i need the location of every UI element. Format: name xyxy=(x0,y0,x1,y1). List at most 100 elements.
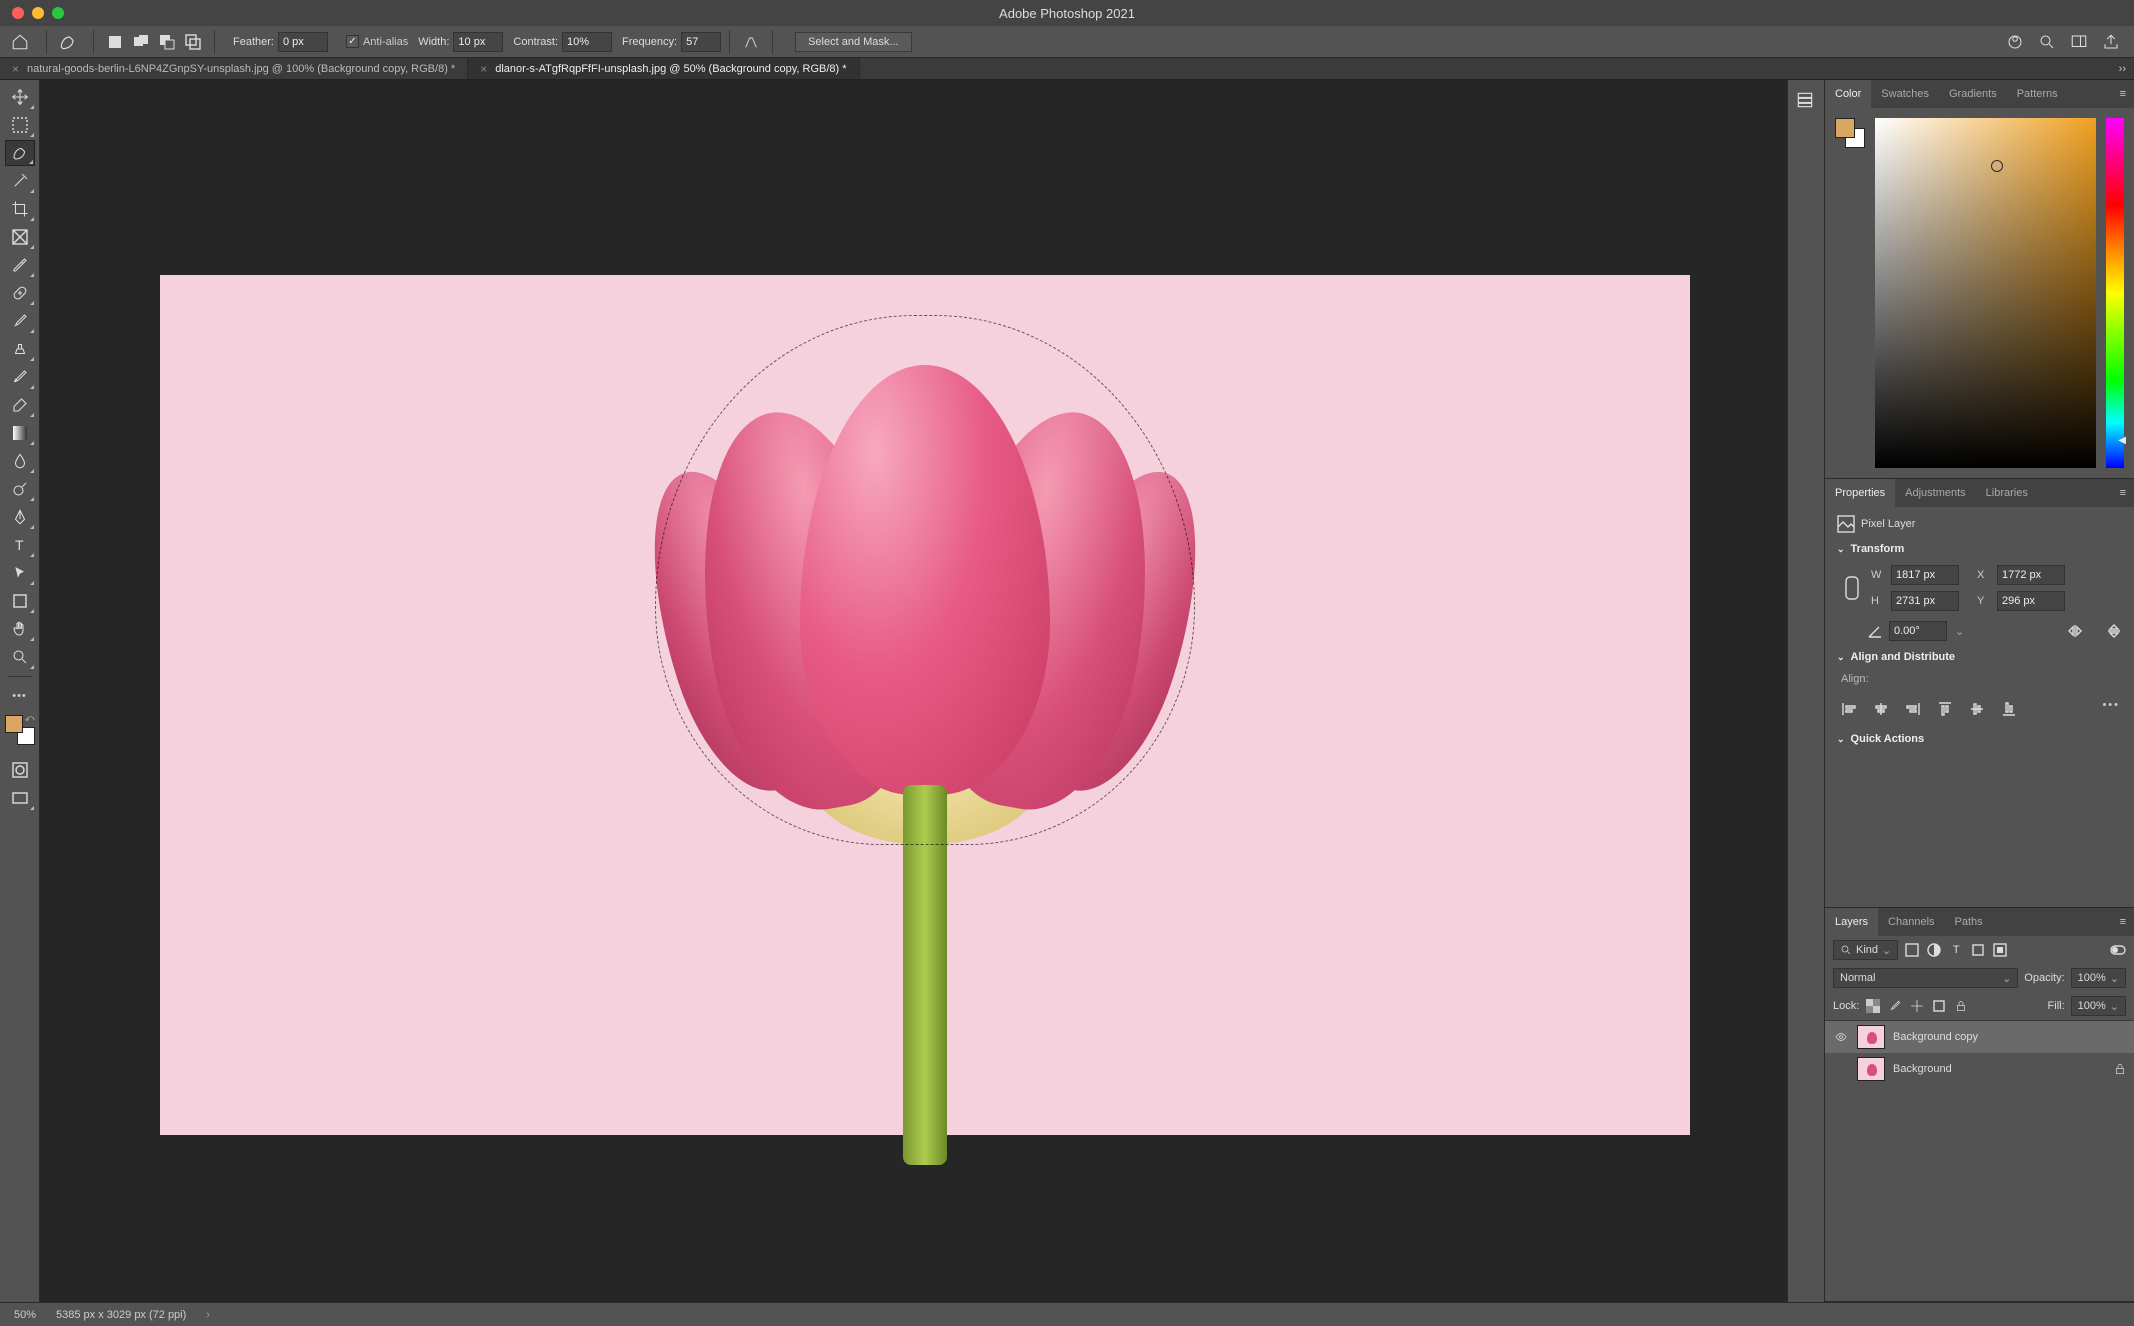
pen-pressure-icon[interactable] xyxy=(740,31,762,53)
select-and-mask-button[interactable]: Select and Mask... xyxy=(795,32,912,52)
visibility-toggle[interactable] xyxy=(1833,1031,1849,1043)
flip-h-icon[interactable] xyxy=(2066,623,2084,639)
edit-toolbar-button[interactable]: ••• xyxy=(5,683,35,709)
hand-tool[interactable] xyxy=(5,616,35,642)
screen-mode-button[interactable] xyxy=(5,785,35,811)
filter-toggle[interactable] xyxy=(2110,942,2126,958)
lock-position-icon[interactable] xyxy=(1909,998,1925,1014)
transform-y-input[interactable]: 296 px xyxy=(1997,591,2065,611)
lock-transparent-icon[interactable] xyxy=(1865,998,1881,1014)
intersect-selection-icon[interactable] xyxy=(182,31,204,53)
transform-section-header[interactable]: ⌄Transform xyxy=(1837,543,2122,555)
crop-tool[interactable] xyxy=(5,196,35,222)
align-left-icon[interactable] xyxy=(1839,699,1859,719)
frame-tool[interactable] xyxy=(5,224,35,250)
feather-input[interactable]: 0 px xyxy=(278,32,328,52)
layer-name[interactable]: Background xyxy=(1893,1063,1952,1075)
eraser-tool[interactable] xyxy=(5,392,35,418)
cloud-docs-icon[interactable] xyxy=(2006,33,2024,51)
quick-actions-header[interactable]: ⌄Quick Actions xyxy=(1837,733,2122,745)
link-wh-icon[interactable] xyxy=(1843,574,1861,602)
align-right-icon[interactable] xyxy=(1903,699,1923,719)
anti-alias-checkbox[interactable] xyxy=(346,35,359,48)
brush-tool[interactable] xyxy=(5,308,35,334)
lock-paint-icon[interactable] xyxy=(1887,998,1903,1014)
document-tab[interactable]: × natural-goods-berlin-L6NP4ZGnpSY-unspl… xyxy=(0,58,468,79)
color-field[interactable] xyxy=(1875,118,2096,468)
collapse-tabs-icon[interactable]: ›› xyxy=(2111,58,2134,79)
type-tool[interactable]: T xyxy=(5,532,35,558)
angle-input[interactable]: 0.00° xyxy=(1889,621,1947,641)
frequency-input[interactable]: 57 xyxy=(681,32,721,52)
healing-tool[interactable] xyxy=(5,280,35,306)
clone-stamp-tool[interactable] xyxy=(5,336,35,362)
transform-h-input[interactable]: 2731 px xyxy=(1891,591,1959,611)
align-section-header[interactable]: ⌄Align and Distribute xyxy=(1837,651,2122,663)
zoom-level[interactable]: 50% xyxy=(14,1309,36,1321)
canvas-area[interactable] xyxy=(40,80,1787,1302)
panel-menu-icon[interactable]: ≡ xyxy=(2112,479,2134,507)
new-selection-icon[interactable] xyxy=(104,31,126,53)
document-tab[interactable]: × dlanor-s-ATgfRqpFfFI-unsplash.jpg @ 50… xyxy=(468,58,859,79)
filter-type-icon[interactable]: T xyxy=(1948,942,1964,958)
filter-pixel-icon[interactable] xyxy=(1904,942,1920,958)
document-canvas[interactable] xyxy=(160,275,1690,1135)
color-swatches[interactable]: ⤺ xyxy=(5,715,35,745)
fill-input[interactable]: 100%⌄ xyxy=(2071,996,2126,1016)
path-select-tool[interactable] xyxy=(5,560,35,586)
close-tab-icon[interactable]: × xyxy=(480,62,487,76)
filter-shape-icon[interactable] xyxy=(1970,942,1986,958)
align-vcenter-icon[interactable] xyxy=(1967,699,1987,719)
doc-info-menu-icon[interactable]: › xyxy=(206,1309,210,1321)
layer-row[interactable]: Background xyxy=(1825,1053,2134,1085)
share-icon[interactable] xyxy=(2102,33,2120,51)
layer-name[interactable]: Background copy xyxy=(1893,1031,1978,1043)
contrast-input[interactable]: 10% xyxy=(562,32,612,52)
filter-adjust-icon[interactable] xyxy=(1926,942,1942,958)
opacity-input[interactable]: 100%⌄ xyxy=(2071,968,2126,988)
lock-all-icon[interactable] xyxy=(1953,998,1969,1014)
transform-x-input[interactable]: 1772 px xyxy=(1997,565,2065,585)
move-tool[interactable] xyxy=(5,84,35,110)
align-bottom-icon[interactable] xyxy=(1999,699,2019,719)
dodge-tool[interactable] xyxy=(5,476,35,502)
quick-mask-button[interactable] xyxy=(5,757,35,783)
transform-w-input[interactable]: 1817 px xyxy=(1891,565,1959,585)
filter-smart-icon[interactable] xyxy=(1992,942,2008,958)
tab-adjustments[interactable]: Adjustments xyxy=(1895,479,1976,507)
add-selection-icon[interactable] xyxy=(130,31,152,53)
tab-color[interactable]: Color xyxy=(1825,80,1871,108)
width-input[interactable]: 10 px xyxy=(453,32,503,52)
shape-tool[interactable] xyxy=(5,588,35,614)
tab-swatches[interactable]: Swatches xyxy=(1871,80,1939,108)
subtract-selection-icon[interactable] xyxy=(156,31,178,53)
lock-artboard-icon[interactable] xyxy=(1931,998,1947,1014)
marquee-tool[interactable] xyxy=(5,112,35,138)
zoom-tool[interactable] xyxy=(5,644,35,670)
blend-mode-select[interactable]: Normal⌄ xyxy=(1833,968,2018,988)
pen-tool[interactable] xyxy=(5,504,35,530)
blur-tool[interactable] xyxy=(5,448,35,474)
close-tab-icon[interactable]: × xyxy=(12,62,19,76)
more-align-icon[interactable]: ••• xyxy=(2102,699,2120,719)
lasso-tool[interactable] xyxy=(5,140,35,166)
panel-menu-icon[interactable]: ≡ xyxy=(2112,908,2134,936)
tab-paths[interactable]: Paths xyxy=(1945,908,1993,936)
lock-icon[interactable] xyxy=(2114,1062,2126,1076)
document-info[interactable]: 5385 px x 3029 px (72 ppi) xyxy=(56,1309,186,1321)
magic-wand-tool[interactable] xyxy=(5,168,35,194)
align-top-icon[interactable] xyxy=(1935,699,1955,719)
current-tool-indicator[interactable] xyxy=(55,31,81,53)
eyedropper-tool[interactable] xyxy=(5,252,35,278)
panel-menu-icon[interactable]: ≡ xyxy=(2112,80,2134,108)
tab-channels[interactable]: Channels xyxy=(1878,908,1944,936)
workspace-icon[interactable] xyxy=(2070,33,2088,51)
flip-v-icon[interactable] xyxy=(2106,622,2122,640)
gradient-tool[interactable] xyxy=(5,420,35,446)
tab-patterns[interactable]: Patterns xyxy=(2007,80,2068,108)
tab-layers[interactable]: Layers xyxy=(1825,908,1878,936)
search-icon[interactable] xyxy=(2038,33,2056,51)
align-hcenter-icon[interactable] xyxy=(1871,699,1891,719)
history-brush-tool[interactable] xyxy=(5,364,35,390)
tab-properties[interactable]: Properties xyxy=(1825,479,1895,507)
